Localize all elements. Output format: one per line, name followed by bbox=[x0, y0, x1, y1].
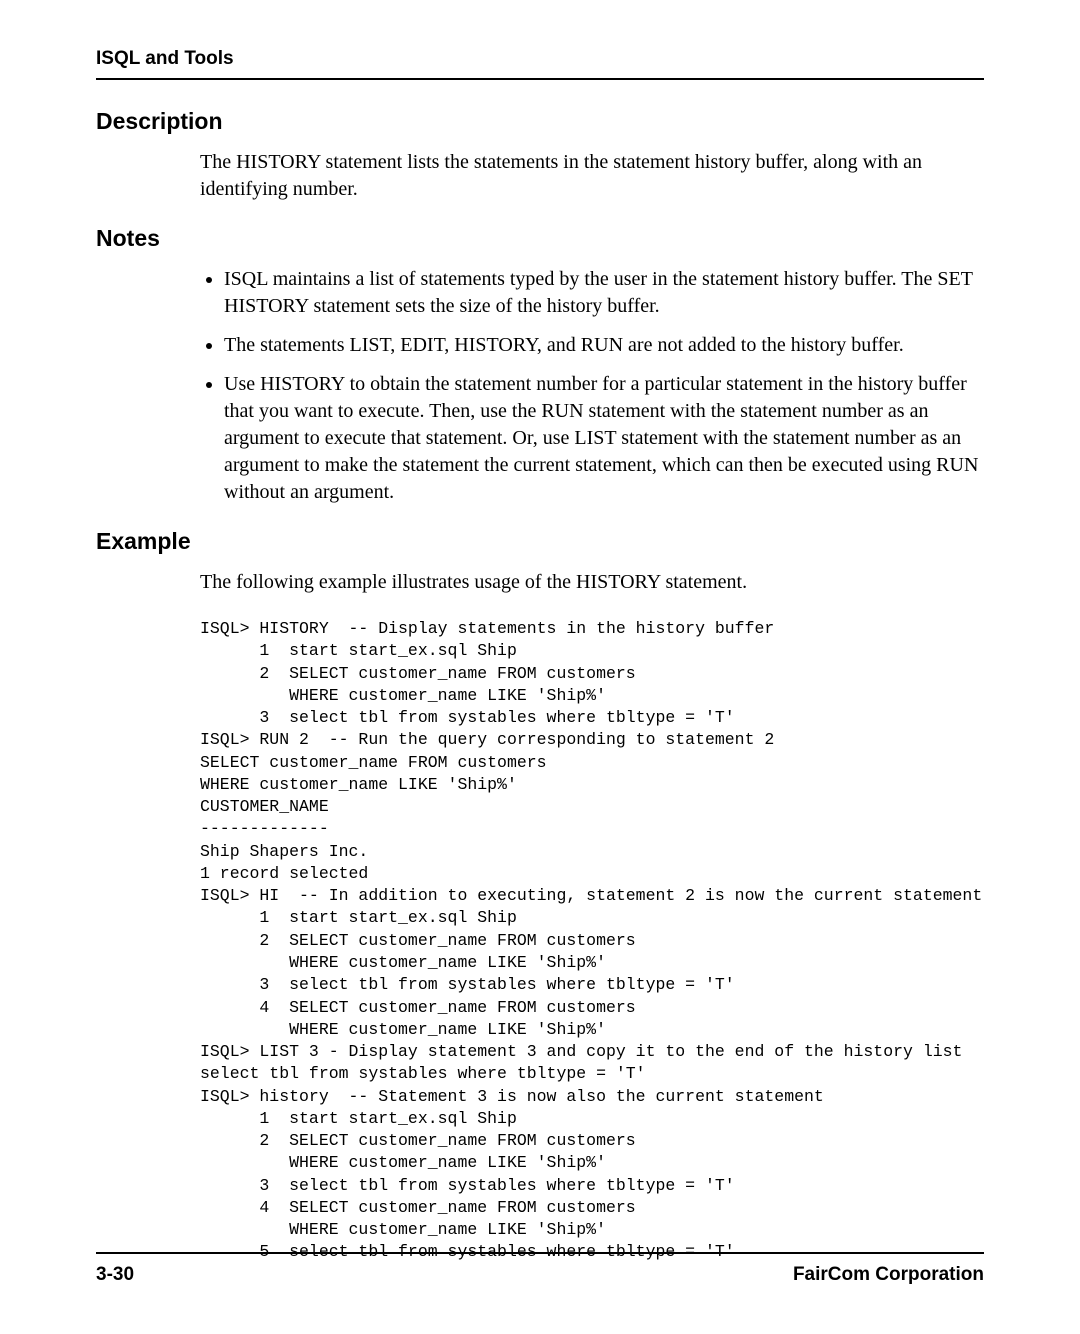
section-heading-notes: Notes bbox=[96, 225, 984, 252]
section-heading-description: Description bbox=[96, 108, 984, 135]
notes-list-item: The statements LIST, EDIT, HISTORY, and … bbox=[224, 332, 984, 359]
notes-body: ISQL maintains a list of statements type… bbox=[200, 266, 984, 506]
footer-rule bbox=[96, 1252, 984, 1254]
section-heading-example: Example bbox=[96, 528, 984, 555]
page-number: 3-30 bbox=[96, 1264, 134, 1286]
example-code-block: ISQL> HISTORY -- Display statements in t… bbox=[200, 618, 984, 1264]
example-intro: The following example illustrates usage … bbox=[200, 569, 984, 596]
footer-row: 3-30 FairCom Corporation bbox=[96, 1264, 984, 1286]
description-paragraph: The HISTORY statement lists the statemen… bbox=[200, 149, 984, 203]
page-footer: 3-30 FairCom Corporation bbox=[96, 1252, 984, 1286]
notes-list-item: Use HISTORY to obtain the statement numb… bbox=[224, 371, 984, 506]
notes-list-item: ISQL maintains a list of statements type… bbox=[224, 266, 984, 320]
page: ISQL and Tools Description The HISTORY s… bbox=[0, 0, 1080, 1334]
company-name: FairCom Corporation bbox=[793, 1264, 984, 1286]
header-rule bbox=[96, 78, 984, 80]
example-body: The following example illustrates usage … bbox=[200, 569, 984, 1264]
description-body: The HISTORY statement lists the statemen… bbox=[200, 149, 984, 203]
notes-list: ISQL maintains a list of statements type… bbox=[200, 266, 984, 506]
running-head: ISQL and Tools bbox=[96, 48, 984, 70]
